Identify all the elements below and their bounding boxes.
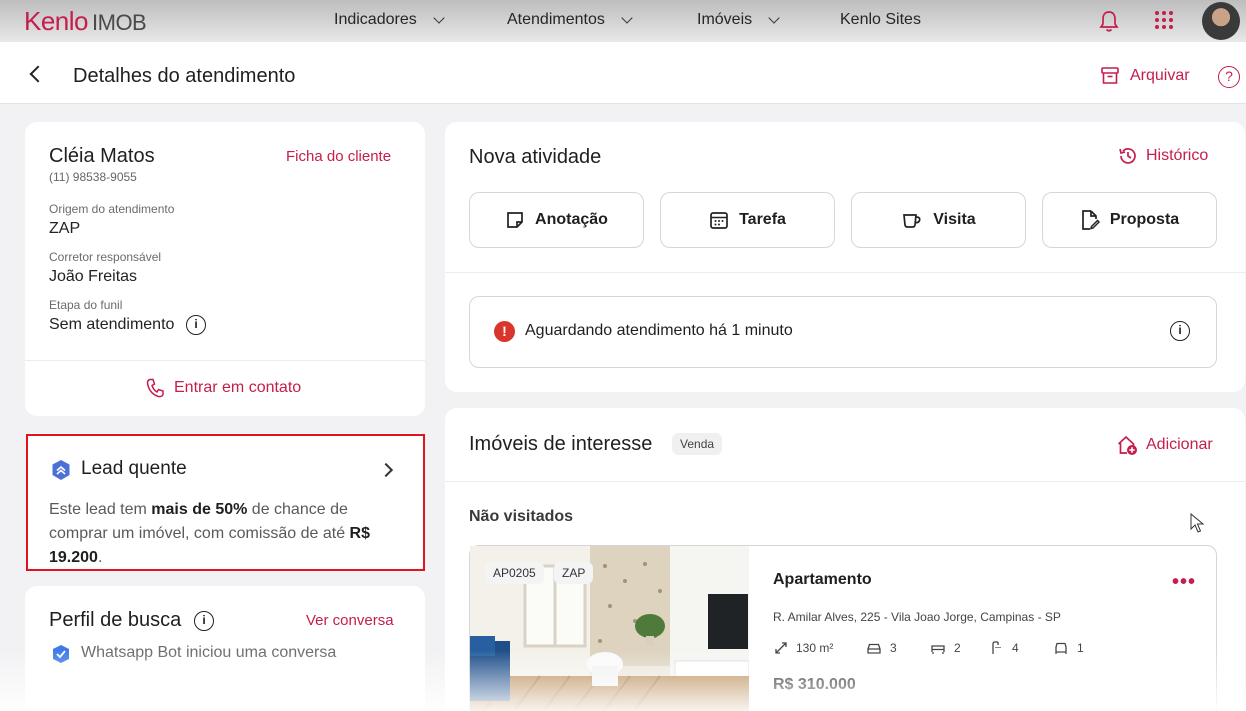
property-price: R$ 310.000 bbox=[773, 676, 856, 693]
nav-kenlo-sites[interactable]: Kenlo Sites bbox=[840, 11, 921, 29]
alert-icon: ! bbox=[494, 321, 515, 342]
divider bbox=[445, 481, 1245, 482]
view-conversation-link[interactable]: Ver conversa bbox=[306, 612, 394, 629]
broker-value: João Freitas bbox=[49, 268, 138, 285]
chevron-down-icon bbox=[768, 12, 780, 24]
waiting-alert-text: Aguardando atendimento há 1 minuto bbox=[525, 322, 793, 339]
phone-icon bbox=[146, 378, 164, 398]
page-title: Detalhes do atendimento bbox=[73, 65, 296, 87]
nav-indicadores[interactable]: Indicadores bbox=[334, 11, 445, 29]
contact-button[interactable]: Entrar em contato bbox=[146, 378, 301, 398]
property-type: Apartamento bbox=[773, 571, 872, 588]
property-address: R. Amilar Alves, 225 - Vila Joao Jorge, … bbox=[773, 610, 1061, 624]
kenlo-imob-logo[interactable]: Kenlo IMOB bbox=[24, 6, 147, 37]
new-activity-title: Nova atividade bbox=[469, 146, 602, 168]
note-button[interactable]: Anotação bbox=[469, 192, 644, 248]
apps-grid-icon[interactable] bbox=[1155, 11, 1173, 29]
task-label: Tarefa bbox=[739, 211, 786, 228]
broker-label: Corretor responsável bbox=[49, 250, 162, 264]
nav-atendimentos-label: Atendimentos bbox=[507, 11, 605, 28]
info-icon[interactable]: i bbox=[194, 611, 214, 631]
expand-area-icon bbox=[775, 642, 787, 654]
nav-indicadores-label: Indicadores bbox=[334, 11, 417, 28]
bell-icon[interactable] bbox=[1098, 9, 1120, 33]
parking-feature: 3 bbox=[866, 641, 897, 655]
nav-atendimentos[interactable]: Atendimentos bbox=[507, 11, 633, 29]
help-icon[interactable]: ? bbox=[1218, 66, 1240, 88]
history-icon bbox=[1119, 148, 1136, 164]
funnel-stage-value: Sem atendimento bbox=[49, 316, 175, 333]
user-avatar[interactable] bbox=[1202, 2, 1240, 40]
whatsapp-status-text: Whatsapp Bot iniciou uma conversa bbox=[81, 644, 337, 661]
proposal-button[interactable]: Proposta bbox=[1042, 192, 1217, 248]
note-label: Anotação bbox=[535, 211, 608, 228]
info-icon[interactable]: i bbox=[186, 315, 206, 335]
history-button[interactable]: Histórico bbox=[1118, 146, 1208, 166]
not-visited-section-label: Não visitados bbox=[469, 508, 574, 525]
funnel-stage-label: Etapa do funil bbox=[49, 298, 123, 312]
bedrooms-feature: 2 bbox=[930, 641, 961, 655]
client-file-link[interactable]: Ficha do cliente bbox=[286, 148, 391, 165]
bathrooms-value: 1 bbox=[1077, 641, 1084, 655]
archive-icon[interactable] bbox=[1100, 66, 1120, 86]
verified-badge-icon bbox=[53, 645, 69, 663]
divider bbox=[445, 272, 1245, 273]
task-button[interactable]: Tarefa bbox=[660, 192, 835, 248]
visit-label: Visita bbox=[933, 211, 976, 228]
parking-value: 3 bbox=[890, 641, 897, 655]
contact-label: Entrar em contato bbox=[174, 379, 302, 396]
bedrooms-value: 2 bbox=[954, 641, 961, 655]
sale-badge: Venda bbox=[672, 433, 723, 455]
shower-icon bbox=[992, 641, 1001, 654]
bed-icon bbox=[931, 645, 945, 654]
proposal-label: Proposta bbox=[1109, 211, 1180, 228]
cup-icon bbox=[903, 214, 921, 228]
mouse-cursor-icon bbox=[1190, 513, 1204, 533]
properties-title: Imóveis de interesse bbox=[469, 433, 653, 455]
lead-title: Lead quente bbox=[81, 458, 187, 479]
chevron-down-icon bbox=[433, 12, 445, 24]
property-source-tag: ZAP bbox=[554, 562, 594, 584]
divider bbox=[25, 360, 425, 361]
hot-lead-icon bbox=[52, 460, 70, 480]
origin-label: Origem do atendimento bbox=[49, 202, 175, 216]
suites-value: 4 bbox=[1012, 641, 1019, 655]
archive-button[interactable]: Arquivar bbox=[1130, 67, 1190, 85]
origin-value: ZAP bbox=[49, 220, 81, 237]
client-name: Cléia Matos bbox=[49, 145, 155, 167]
more-options-icon[interactable]: ••• bbox=[1172, 571, 1196, 594]
bathrooms-feature: 1 bbox=[1053, 641, 1084, 655]
suites-feature: 4 bbox=[990, 641, 1019, 655]
property-code-tag: AP0205 bbox=[485, 562, 544, 584]
area-value: 130 m² bbox=[796, 641, 834, 655]
lead-description: Este lead tem mais de 50% de chance de c… bbox=[49, 501, 370, 566]
client-phone: (11) 98538-9055 bbox=[49, 170, 137, 184]
add-property-label: Adicionar bbox=[1146, 436, 1213, 453]
add-home-icon bbox=[1117, 435, 1137, 455]
document-edit-icon bbox=[1081, 210, 1100, 230]
nav-imoveis-label: Imóveis bbox=[697, 11, 753, 28]
car-front-icon bbox=[1055, 642, 1067, 654]
note-icon bbox=[507, 212, 523, 228]
info-icon[interactable]: i bbox=[1170, 321, 1190, 341]
calendar-icon bbox=[710, 212, 728, 229]
car-icon bbox=[867, 643, 881, 654]
area-feature: 130 m² bbox=[774, 641, 833, 655]
nav-imoveis[interactable]: Imóveis bbox=[697, 11, 780, 29]
chevron-down-icon bbox=[621, 12, 633, 24]
add-property-button[interactable]: Adicionar bbox=[1116, 434, 1213, 456]
search-profile-title: Perfil de busca bbox=[49, 609, 182, 631]
history-label: Histórico bbox=[1146, 147, 1209, 164]
visit-button[interactable]: Visita bbox=[851, 192, 1026, 248]
nav-kenlo-sites-label: Kenlo Sites bbox=[840, 11, 921, 28]
